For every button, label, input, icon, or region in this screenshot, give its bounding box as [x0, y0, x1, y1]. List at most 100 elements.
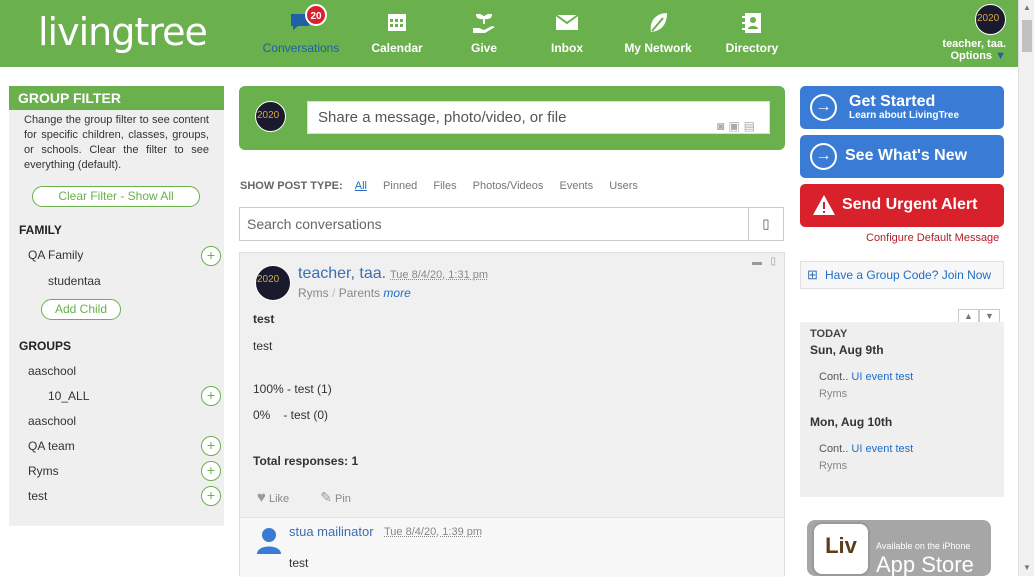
scrollbar-thumb[interactable]: [1022, 20, 1032, 52]
app-store-small: Available on the iPhone: [876, 541, 971, 551]
pin-label: Pin: [335, 493, 351, 505]
post-type-photos[interactable]: Photos/Videos: [473, 180, 544, 192]
total-responses: Total responses: 1: [253, 454, 359, 468]
nav-give[interactable]: Give: [454, 0, 514, 67]
video-icon[interactable]: ▣: [728, 119, 743, 133]
whats-new-button[interactable]: → See What's New: [800, 135, 1004, 178]
nav-conversations[interactable]: 20 Conversations: [258, 0, 344, 67]
logo-text-a: living: [38, 10, 135, 54]
group-code-label: Have a Group Code? Join Now: [825, 268, 992, 282]
composer-avatar: [255, 101, 286, 132]
contact-card-icon: [742, 13, 761, 33]
collapse-icon[interactable]: ▬: [752, 257, 762, 268]
post-author[interactable]: teacher, taa.: [298, 265, 386, 283]
group-item[interactable]: Ryms: [28, 464, 59, 478]
post-type-files[interactable]: Files: [433, 180, 456, 192]
scroll-up-icon[interactable]: ▲: [1023, 3, 1031, 12]
get-started-sublabel: Learn about LivingTree: [849, 110, 960, 121]
expand-plus-icon[interactable]: +: [201, 461, 221, 481]
reply-author[interactable]: stua mailinator: [289, 524, 374, 539]
user-avatar: [975, 4, 1006, 35]
today-label: TODAY: [810, 328, 848, 340]
event-group: Ryms: [819, 388, 848, 400]
search-input[interactable]: Search conversations: [239, 207, 749, 241]
calendar-widget: TODAY Sun, Aug 9th Cont.. UI event test …: [800, 322, 1004, 497]
app-logo: Liv: [812, 522, 870, 576]
livingtree-logo[interactable]: livingtree: [38, 10, 208, 54]
family-item[interactable]: QA Family: [28, 248, 83, 262]
group-filter-panel: GROUP FILTER Change the group filter to …: [9, 86, 224, 526]
post-author-avatar[interactable]: [255, 265, 291, 301]
expand-plus-icon[interactable]: +: [201, 386, 221, 406]
camera-icon[interactable]: ◙: [717, 119, 728, 133]
post-type-events[interactable]: Events: [559, 180, 593, 192]
heart-icon: ♥: [257, 489, 266, 506]
event-item[interactable]: Cont.. UI event test: [819, 443, 913, 455]
clear-filter-button[interactable]: Clear Filter - Show All: [32, 186, 200, 207]
nav-directory[interactable]: Directory: [720, 0, 784, 67]
nav-label: Inbox: [551, 41, 583, 55]
event-name[interactable]: UI event test: [851, 371, 913, 383]
family-heading: FAMILY: [19, 223, 62, 237]
scroll-down-icon[interactable]: ▼: [1023, 563, 1031, 572]
caret-down-icon: ▼: [995, 50, 1006, 62]
expand-plus-icon[interactable]: +: [201, 246, 221, 266]
search-button[interactable]: ▯: [748, 207, 784, 241]
envelope-icon: [555, 14, 579, 30]
file-icon[interactable]: ▤: [744, 119, 759, 133]
top-navbar: livingtree 20 Conversations Calendar Giv…: [0, 0, 1018, 67]
group-item[interactable]: QA team: [28, 439, 75, 453]
post-type-pinned[interactable]: Pinned: [383, 180, 417, 192]
add-child-button[interactable]: Add Child: [41, 299, 121, 320]
group-item[interactable]: aaschool: [28, 364, 76, 378]
app-store-badge[interactable]: Liv Available on the iPhone App Store: [807, 520, 991, 577]
nav-my-network[interactable]: My Network: [620, 0, 696, 67]
event-prefix: Cont..: [819, 371, 849, 383]
configure-default-message-link[interactable]: Configure Default Message: [866, 232, 999, 244]
poll-label: - test (0): [283, 408, 329, 422]
poll-option: 0% - test (0): [253, 408, 328, 422]
share-input[interactable]: Share a message, photo/video, or file ◙▣…: [307, 101, 770, 134]
nav-calendar[interactable]: Calendar: [362, 0, 432, 67]
post-type-all[interactable]: All: [355, 180, 367, 192]
event-name[interactable]: UI event test: [851, 443, 913, 455]
nav-inbox[interactable]: Inbox: [537, 0, 597, 67]
group-code-link[interactable]: ⊞ Have a Group Code? Join Now: [800, 261, 1004, 289]
get-started-button[interactable]: → Get Started Learn about LivingTree: [800, 86, 1004, 129]
event-prefix: Cont..: [819, 443, 849, 455]
group-item[interactable]: aaschool: [28, 414, 76, 428]
group-item[interactable]: test: [28, 489, 47, 503]
arrow-right-circle-icon: →: [810, 143, 837, 170]
send-urgent-alert-button[interactable]: Send Urgent Alert: [800, 184, 1004, 227]
day-heading: Sun, Aug 9th: [810, 343, 884, 357]
group-item[interactable]: 10_ALL: [48, 389, 89, 403]
page-scrollbar[interactable]: ▲ ▼: [1018, 0, 1034, 576]
pin-button[interactable]: ✎ Pin: [320, 489, 351, 505]
child-item[interactable]: studentaa: [48, 274, 101, 288]
whats-new-label: See What's New: [845, 147, 968, 164]
reply-date: Tue 8/4/20, 1:39 pm: [384, 526, 483, 538]
post-title: test: [253, 312, 275, 326]
leaf-icon: [650, 13, 667, 32]
expand-plus-icon[interactable]: +: [201, 436, 221, 456]
more-link[interactable]: more: [383, 286, 410, 300]
group-filter-title: GROUP FILTER: [9, 86, 224, 110]
reply-item: stua mailinator Tue 8/4/20, 1:39 pm test: [240, 517, 784, 577]
reply-body: test: [289, 556, 309, 570]
like-button[interactable]: ♥ Like: [257, 489, 289, 506]
pin-icon: ✎: [320, 489, 332, 505]
poll-pct: 100%: [253, 382, 284, 396]
expand-plus-icon[interactable]: +: [201, 486, 221, 506]
add-child-label: Add Child: [41, 299, 121, 320]
app-logo-text: Liv: [825, 533, 857, 558]
options-link[interactable]: Options: [950, 50, 992, 62]
expand-icon[interactable]: ▯: [770, 256, 776, 267]
event-item[interactable]: Cont.. UI event test: [819, 371, 913, 383]
post-actions: ♥ Like ✎ Pin: [257, 489, 351, 506]
post-type-users[interactable]: Users: [609, 180, 638, 192]
user-menu[interactable]: teacher, taa. Options ▼: [942, 4, 1006, 62]
nav-label: My Network: [624, 41, 692, 55]
nav-label: Calendar: [371, 41, 423, 55]
post-group-name[interactable]: Ryms: [298, 286, 329, 300]
user-name: teacher, taa.: [942, 38, 1006, 50]
